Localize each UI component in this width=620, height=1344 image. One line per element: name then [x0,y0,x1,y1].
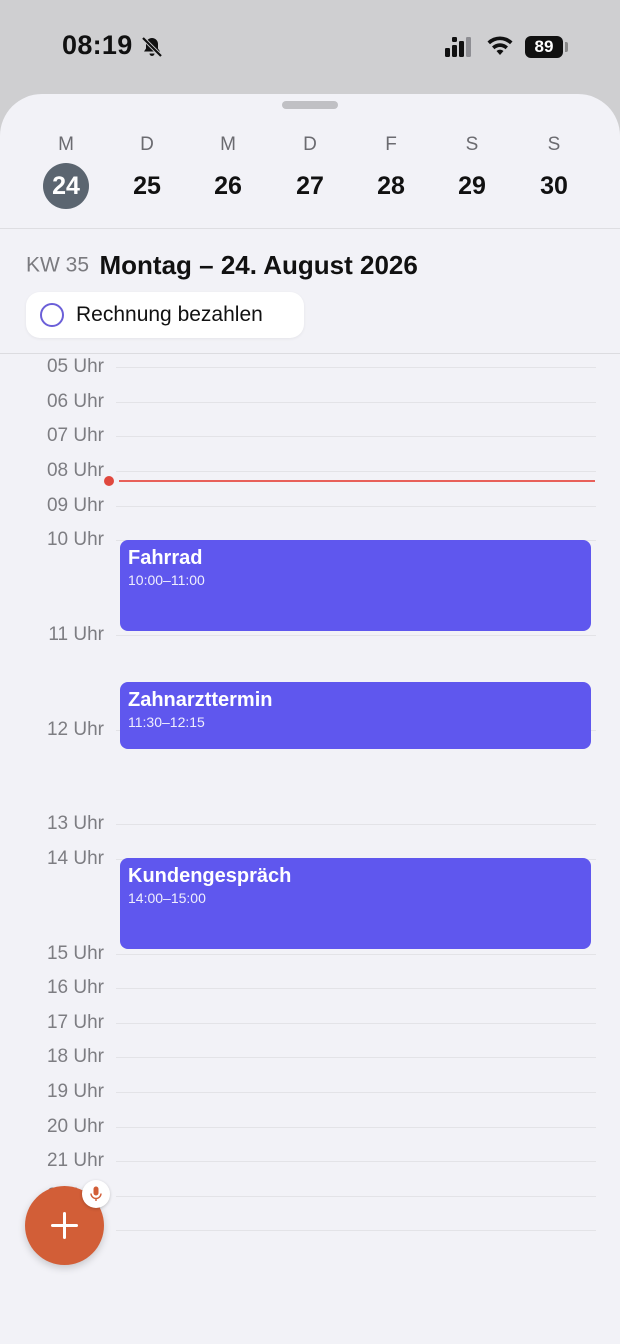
week-number-label: KW 35 [26,253,90,277]
day-thursday[interactable]: D 27 [270,132,350,209]
event-time: 11:30–12:15 [128,714,205,730]
divider [0,228,620,229]
day-letter: D [303,134,317,155]
event-zahnarzttermin[interactable]: Zahnarzttermin 11:30–12:15 [120,682,591,749]
date-header: KW 35 Montag – 24. August 2026 [26,250,418,284]
hour-label: 10 Uhr [46,529,104,550]
event-kundengespraech[interactable]: Kundengespräch 14:00–15:00 [120,858,591,949]
hour-label: 07 Uhr [46,425,104,446]
hour-gridline [116,954,596,955]
hour-label: 08 Uhr [46,460,104,481]
day-wednesday[interactable]: M 26 [188,132,268,209]
hour-gridline [116,402,596,403]
task-item[interactable]: Rechnung bezahlen [26,292,304,338]
day-letter: S [465,134,479,155]
week-strip: M 24 D 25 M 26 D 27 F 28 S 29 S 30 [0,132,620,228]
day-number: 27 [296,172,324,200]
status-time: 08:19 [62,30,133,60]
hour-label: 14 Uhr [46,848,104,869]
voice-input-button[interactable] [82,1180,110,1208]
day-monday[interactable]: M 24 [26,132,106,209]
plus-icon [51,1212,78,1239]
current-time-line [119,480,595,482]
hour-label: 18 Uhr [46,1046,104,1067]
hour-gridline [116,471,596,472]
hour-label: 09 Uhr [46,495,104,516]
day-friday[interactable]: F 28 [351,132,431,209]
hour-gridline [116,436,596,437]
wifi-icon [487,36,513,55]
hour-gridline [116,1127,596,1128]
hour-label: 06 Uhr [46,391,104,412]
hour-gridline [116,824,596,825]
day-number: 25 [133,172,161,200]
hour-gridline [116,1161,596,1162]
hour-label: 05 Uhr [46,356,104,377]
hour-gridline [116,635,596,636]
hour-label: 11 Uhr [48,624,104,645]
hour-label: 17 Uhr [46,1012,104,1033]
hour-label: 20 Uhr [46,1116,104,1137]
day-letter: S [547,134,561,155]
hour-gridline [116,1057,596,1058]
hour-gridline [116,1230,596,1231]
day-sunday[interactable]: S 30 [514,132,594,209]
sheet-grabber[interactable] [282,101,338,109]
battery-tip [565,42,568,52]
hour-label: 19 Uhr [46,1081,104,1102]
hour-gridline [116,988,596,989]
cellular-icon [445,37,471,57]
event-title: Kundengespräch [128,865,292,887]
hour-gridline [116,367,596,368]
event-time: 14:00–15:00 [128,890,206,906]
day-number: 29 [458,172,486,200]
day-saturday[interactable]: S 29 [432,132,512,209]
current-time-dot [104,476,114,486]
battery-indicator: 89 [525,36,563,58]
hour-gridline [116,1196,596,1197]
task-checkbox[interactable] [40,303,64,327]
hour-gridline [116,1023,596,1024]
event-title: Fahrrad [128,547,203,569]
day-letter: M [58,134,74,155]
hour-gridline [116,506,596,507]
hour-label: 13 Uhr [46,813,104,834]
day-letter: D [140,134,154,155]
task-label: Rechnung bezahlen [76,303,263,326]
bell-slash-icon [141,36,163,58]
event-title: Zahnarzttermin [128,689,273,711]
hour-label: 16 Uhr [46,977,104,998]
calendar-sheet: M 24 D 25 M 26 D 27 F 28 S 29 S 30 KW 35 [0,94,620,1344]
battery-level: 89 [534,37,554,56]
event-fahrrad[interactable]: Fahrrad 10:00–11:00 [120,540,591,631]
day-number: 26 [214,172,242,200]
event-time: 10:00–11:00 [128,572,205,588]
day-letter: M [220,134,236,155]
day-tuesday[interactable]: D 25 [107,132,187,209]
date-title: Montag – 24. August 2026 [99,250,418,280]
status-bar: 08:19 89 [0,0,620,94]
day-letter: F [385,134,397,155]
hour-label: 12 Uhr [46,719,104,740]
hour-label: 21 Uhr [46,1150,104,1171]
hour-gridline [116,1092,596,1093]
day-number-selected: 24 [43,163,89,209]
hour-label: 15 Uhr [46,943,104,964]
day-number: 28 [377,172,405,200]
day-number: 30 [540,172,568,200]
microphone-icon [90,1186,102,1201]
